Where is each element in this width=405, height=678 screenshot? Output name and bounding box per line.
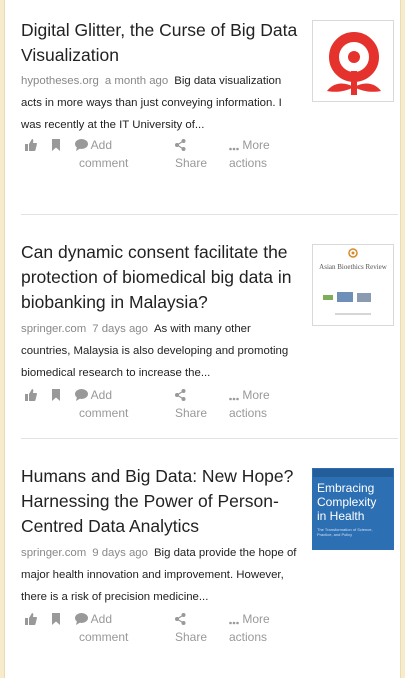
like-button[interactable] (25, 610, 37, 628)
like-button[interactable] (25, 386, 37, 404)
share-button[interactable] (175, 386, 186, 404)
bookmark-button[interactable] (51, 386, 61, 404)
bookmark-icon (52, 613, 60, 625)
bookmark-icon (52, 389, 60, 401)
like-button[interactable] (25, 136, 37, 154)
ellipsis-icon (229, 621, 239, 625)
comment-icon (75, 613, 88, 625)
article-title[interactable]: Humans and Big Data: New Hope? Harnessin… (21, 464, 303, 539)
more-actions-label-1: More (242, 612, 270, 626)
add-comment-button[interactable]: Add (75, 610, 112, 628)
thumbs-up-icon (25, 613, 37, 625)
more-actions-label-1: More (242, 388, 270, 402)
add-comment-button[interactable]: Add (75, 386, 112, 404)
bookmark-icon (52, 139, 60, 151)
more-actions-label-2[interactable]: actions (229, 404, 267, 422)
book-title: Embracing Complexity in Health (317, 481, 377, 523)
add-comment-label-1: Add (90, 388, 113, 402)
article-meta: hypotheses.org a month ago Big data visual… (21, 70, 303, 136)
add-comment-label-2[interactable]: comment (79, 154, 128, 172)
article-age: a month ago (104, 75, 169, 87)
article-thumbnail[interactable]: Asian Bioethics Review (312, 244, 394, 326)
more-actions-button[interactable]: More (229, 136, 270, 154)
bookmark-button[interactable] (51, 136, 61, 154)
book-subtitle: The Transformation of Science, Practice,… (317, 527, 373, 537)
divider (21, 214, 398, 215)
hypotheses-logo-icon (327, 32, 381, 95)
share-label[interactable]: Share (175, 628, 207, 646)
ellipsis-icon (229, 397, 239, 401)
article-thumbnail[interactable] (312, 20, 394, 102)
share-icon (175, 613, 186, 625)
article-actions: Add comment Share More actions (21, 136, 303, 176)
thumbs-up-icon (25, 389, 37, 401)
bookmark-button[interactable] (51, 610, 61, 628)
article-actions: Add comment Share More actions (21, 610, 303, 650)
share-label[interactable]: Share (175, 404, 207, 422)
article-actions: Add comment Share More actions (21, 386, 303, 426)
share-button[interactable] (175, 610, 186, 628)
article-age: 7 days ago (92, 323, 148, 335)
article-source[interactable]: hypotheses.org (21, 75, 99, 87)
article-title[interactable]: Can dynamic consent facilitate the prote… (21, 240, 303, 315)
add-comment-label-1: Add (90, 612, 113, 626)
more-actions-button[interactable]: More (229, 610, 270, 628)
share-icon (175, 139, 186, 151)
article-source[interactable]: springer.com (21, 323, 86, 335)
add-comment-label-1: Add (90, 138, 113, 152)
add-comment-button[interactable]: Add (75, 136, 112, 154)
article-meta: springer.com 7 days ago As with many other… (21, 318, 303, 384)
share-button[interactable] (175, 136, 186, 154)
article-age: 9 days ago (92, 547, 148, 559)
journal-cover-icon (323, 248, 371, 315)
article-source[interactable]: springer.com (21, 547, 86, 559)
share-label[interactable]: Share (175, 154, 207, 172)
more-actions-label-2[interactable]: actions (229, 628, 267, 646)
more-actions-button[interactable]: More (229, 386, 270, 404)
thumbs-up-icon (25, 139, 37, 151)
article-meta: springer.com 9 days ago Big data provide t… (21, 542, 303, 608)
comment-icon (75, 389, 88, 401)
add-comment-label-2[interactable]: comment (79, 404, 128, 422)
article-thumbnail[interactable]: Embracing Complexity in Health The Trans… (312, 468, 394, 550)
more-actions-label-2[interactable]: actions (229, 154, 267, 172)
divider (21, 438, 398, 439)
comment-icon (75, 139, 88, 151)
ellipsis-icon (229, 147, 239, 151)
share-icon (175, 389, 186, 401)
journal-title: Asian Bioethics Review (319, 263, 387, 271)
add-comment-label-2[interactable]: comment (79, 628, 128, 646)
article-title[interactable]: Digital Glitter, the Curse of Big Data V… (21, 18, 303, 68)
more-actions-label-1: More (242, 138, 270, 152)
feed-panel: Digital Glitter, the Curse of Big Data V… (4, 0, 401, 678)
